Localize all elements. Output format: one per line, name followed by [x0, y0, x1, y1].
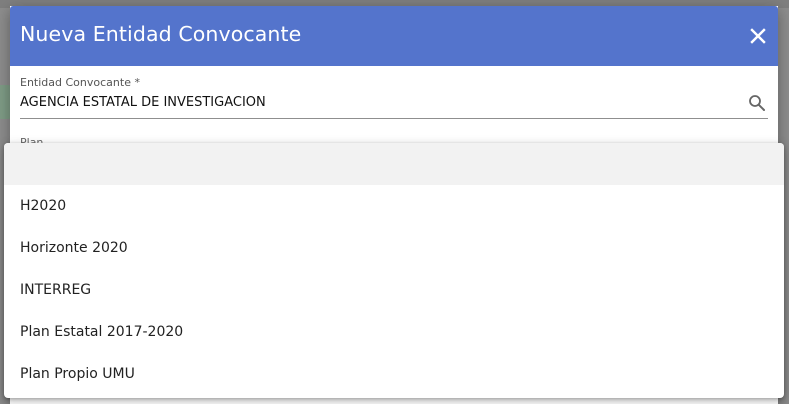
option-label: INTERREG [20, 282, 92, 298]
dropdown-option-horizonte-2020[interactable]: Horizonte 2020 [4, 227, 784, 269]
plan-dropdown-panel: H2020 Horizonte 2020 INTERREG Plan Estat… [4, 143, 784, 398]
dropdown-option-interreg[interactable]: INTERREG [4, 269, 784, 311]
dropdown-option-empty[interactable] [4, 143, 784, 185]
option-label: H2020 [20, 198, 67, 214]
dialog-title: Nueva Entidad Convocante [20, 22, 302, 46]
search-button[interactable] [748, 94, 766, 112]
plan-label: Plan [20, 136, 44, 143]
option-label: Plan Propio UMU [20, 366, 135, 382]
close-button[interactable] [746, 24, 770, 48]
dropdown-option-plan-propio-umu[interactable]: Plan Propio UMU [4, 353, 784, 395]
dialog-header: Nueva Entidad Convocante [10, 6, 778, 66]
search-icon [749, 95, 765, 111]
dropdown-option-h2020[interactable]: H2020 [4, 185, 784, 227]
entidad-convocante-underline [20, 118, 768, 119]
entidad-convocante-value[interactable]: AGENCIA ESTATAL DE INVESTIGACION [20, 95, 266, 110]
option-label: Plan Estatal 2017-2020 [20, 324, 184, 340]
dropdown-option-plan-estatal[interactable]: Plan Estatal 2017-2020 [4, 311, 784, 353]
option-label: Horizonte 2020 [20, 240, 128, 256]
close-icon [750, 28, 766, 44]
entidad-convocante-label: Entidad Convocante * [20, 76, 140, 89]
